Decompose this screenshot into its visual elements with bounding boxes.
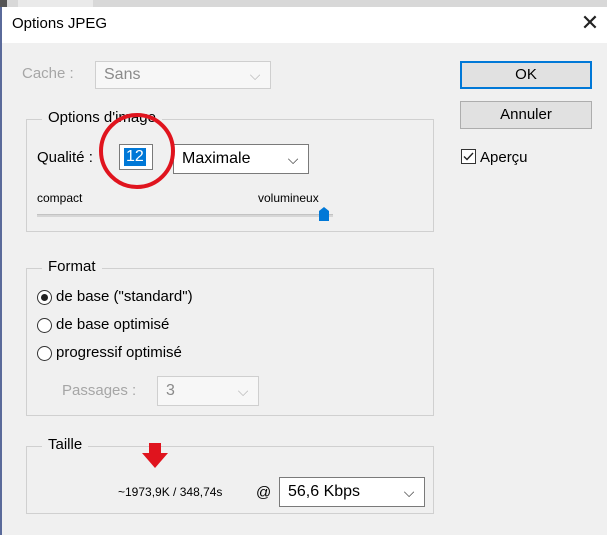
size-estimate: ~1973,9K / 348,74s <box>118 485 223 499</box>
size-legend: Taille <box>42 436 89 453</box>
slider-right-label: volumineux <box>258 191 319 205</box>
format-option-progressive-label: progressif optimisé <box>56 344 182 361</box>
preview-label: Aperçu <box>480 149 528 166</box>
annotation-arrow-icon <box>142 443 168 468</box>
annotation-circle <box>99 113 175 189</box>
format-option-standard-label: de base ("standard") <box>56 288 193 305</box>
cancel-button[interactable]: Annuler <box>460 101 592 129</box>
format-radio-standard[interactable] <box>37 290 52 305</box>
dialog-title: Options JPEG <box>12 15 108 32</box>
slider-left-label: compact <box>37 191 83 205</box>
slider-thumb-icon[interactable] <box>318 206 330 222</box>
background-window-strip <box>0 0 607 7</box>
cache-label: Cache : <box>22 65 74 82</box>
format-option-optimized-label: de base optimisé <box>56 316 170 333</box>
quality-preset-select[interactable]: Maximale ⌵ <box>173 144 309 174</box>
chevron-down-icon: ⌵ <box>249 67 261 83</box>
background-strip-dark <box>0 0 7 7</box>
background-strip-light <box>18 0 93 7</box>
checkmark-icon <box>463 152 474 161</box>
quality-slider-track[interactable] <box>37 214 333 217</box>
passes-label: Passages : <box>62 382 137 399</box>
format-radio-optimized[interactable] <box>37 318 52 333</box>
chevron-down-icon: ⌵ <box>237 383 249 399</box>
ok-button[interactable]: OK <box>460 61 592 89</box>
at-symbol: @ <box>256 484 272 501</box>
format-radio-progressive[interactable] <box>37 346 52 361</box>
close-icon: ✕ <box>580 10 600 35</box>
quality-preset-value: Maximale <box>182 150 251 167</box>
quality-label: Qualité : <box>37 149 93 166</box>
passes-value: 3 <box>166 382 175 399</box>
speed-select[interactable]: 56,6 Kbps ⌵ <box>279 477 425 507</box>
cache-select[interactable]: Sans ⌵ <box>95 61 271 89</box>
close-button[interactable]: ✕ <box>578 10 602 36</box>
format-legend: Format <box>42 258 102 275</box>
speed-value: 56,6 Kbps <box>288 483 361 500</box>
chevron-down-icon: ⌵ <box>287 151 299 167</box>
preview-checkbox[interactable] <box>461 149 476 164</box>
passes-select[interactable]: 3 ⌵ <box>157 376 259 406</box>
chevron-down-icon: ⌵ <box>403 484 415 500</box>
cache-value: Sans <box>104 66 141 83</box>
